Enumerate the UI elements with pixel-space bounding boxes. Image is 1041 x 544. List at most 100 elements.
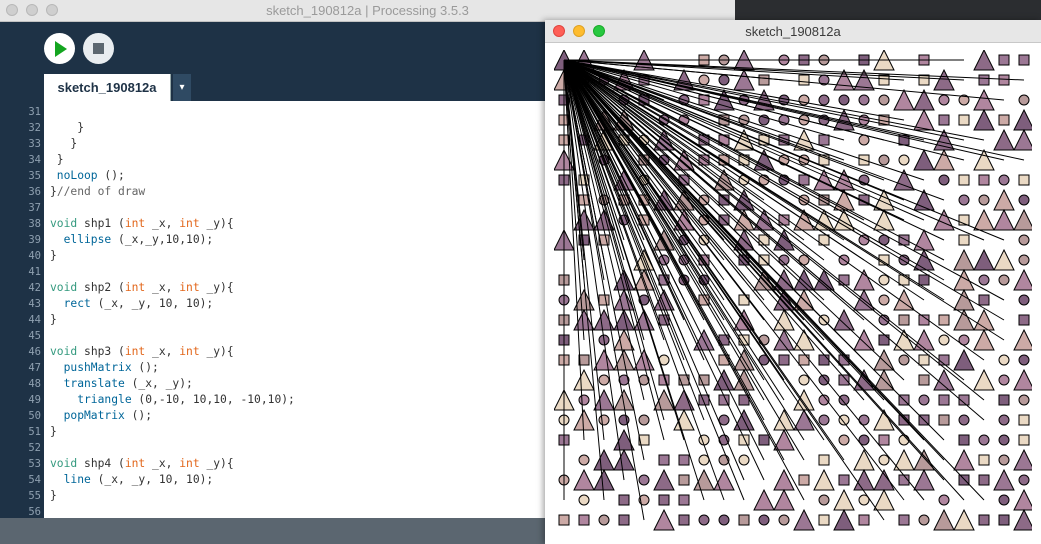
stop-icon	[93, 43, 104, 54]
code-line: void shp3 (int _x, int _y){	[50, 344, 234, 360]
sketch-square	[918, 274, 930, 286]
sketch-square	[818, 134, 830, 146]
line-number: 50	[28, 410, 41, 422]
sketch-circle	[598, 374, 610, 386]
sketch-square	[938, 394, 950, 406]
code-token: (_x, _y, 10, 10);	[90, 297, 214, 310]
sketch-square	[918, 74, 930, 86]
code-token: }	[50, 153, 64, 166]
sketch-circle	[1018, 94, 1030, 106]
line-number: 53	[28, 458, 41, 470]
line-number: 54	[28, 474, 41, 486]
sketch-square	[1018, 434, 1030, 446]
run-button[interactable]	[44, 33, 75, 64]
tab-sketch[interactable]: sketch_190812a	[44, 74, 171, 101]
code-token: pushMatrix	[50, 361, 132, 374]
sketch-circle	[878, 94, 890, 106]
sketch-circle	[598, 414, 610, 426]
code-token: void	[50, 457, 78, 470]
sketch-circle	[1018, 474, 1030, 486]
code-token: void	[50, 345, 78, 358]
code-line: noLoop ();	[50, 168, 125, 184]
sketch-square	[858, 514, 870, 526]
code-line: }	[50, 312, 57, 328]
code-token: int	[124, 217, 146, 230]
sketch-square	[758, 74, 770, 86]
sketch-square	[578, 354, 590, 366]
stop-button[interactable]	[83, 33, 114, 64]
sketch-circle	[998, 354, 1010, 366]
code-line: }	[50, 488, 57, 504]
line-number: 41	[28, 266, 41, 278]
sketch-circle	[698, 454, 710, 466]
sketch-output-window: sketch_190812a	[545, 20, 1041, 544]
code-token: _y){	[199, 281, 234, 294]
code-token: //end of draw	[56, 185, 146, 198]
code-line: void shp2 (int _x, int _y){	[50, 280, 234, 296]
sketch-circle	[838, 394, 850, 406]
sketch-square	[818, 454, 830, 466]
line-number: 46	[28, 346, 41, 358]
line-number: 47	[28, 362, 41, 374]
sketch-circle	[878, 294, 890, 306]
line-number: 33	[28, 138, 41, 150]
code-token: }	[50, 489, 57, 502]
sketch-circle	[858, 134, 870, 146]
code-token: rect	[50, 297, 91, 310]
sketch-circle	[978, 274, 990, 286]
sketch-circle	[818, 414, 830, 426]
sketch-circle	[938, 334, 950, 346]
code-token: shp4 (	[77, 457, 125, 470]
sketch-square	[798, 74, 810, 86]
sketch-titlebar[interactable]: sketch_190812a	[545, 20, 1041, 43]
sketch-square	[698, 374, 710, 386]
code-token: }	[50, 425, 57, 438]
sketch-circle	[818, 374, 830, 386]
sketch-circle	[698, 514, 710, 526]
code-token: (0,-10, 10,10, -10,10);	[131, 393, 295, 406]
sketch-square	[938, 314, 950, 326]
sketch-square	[678, 494, 690, 506]
sketch-circle	[858, 94, 870, 106]
sketch-circle	[878, 154, 890, 166]
tab-menu-button[interactable]: ▾	[173, 74, 191, 101]
line-number: 39	[28, 234, 41, 246]
sketch-square	[738, 434, 750, 446]
sketch-circle	[578, 394, 590, 406]
sketch-circle	[758, 514, 770, 526]
sketch-square	[978, 454, 990, 466]
code-token: int	[124, 345, 146, 358]
ide-titlebar[interactable]: sketch_190812a | Processing 3.5.3	[0, 0, 735, 22]
sketch-square	[958, 174, 970, 186]
sketch-circle	[978, 434, 990, 446]
code-line: }	[50, 120, 84, 136]
sketch-square	[998, 394, 1010, 406]
sketch-square	[878, 334, 890, 346]
code-token: int	[179, 345, 200, 358]
sketch-circle	[718, 74, 730, 86]
sketch-circle	[578, 454, 590, 466]
line-number: 48	[28, 378, 41, 390]
sketch-square	[1018, 314, 1030, 326]
sketch-circle	[978, 194, 990, 206]
sketch-square	[738, 294, 750, 306]
sketch-circle	[638, 414, 650, 426]
sketch-circle	[1018, 254, 1030, 266]
sketch-square	[798, 474, 810, 486]
play-icon	[55, 41, 67, 57]
sketch-square	[838, 474, 850, 486]
sketch-square	[898, 314, 910, 326]
sketch-square	[558, 514, 570, 526]
code-line: translate (_x, _y);	[50, 376, 193, 392]
sketch-circle	[738, 454, 750, 466]
line-number: 49	[28, 394, 41, 406]
code-token: _y){	[199, 345, 234, 358]
sketch-square	[598, 294, 610, 306]
code-token: translate	[50, 377, 125, 390]
sketch-square	[978, 474, 990, 486]
sketch-square	[758, 434, 770, 446]
line-number: 43	[28, 298, 41, 310]
code-line: popMatrix ();	[50, 408, 152, 424]
sketch-circle	[998, 434, 1010, 446]
sketch-square	[578, 514, 590, 526]
